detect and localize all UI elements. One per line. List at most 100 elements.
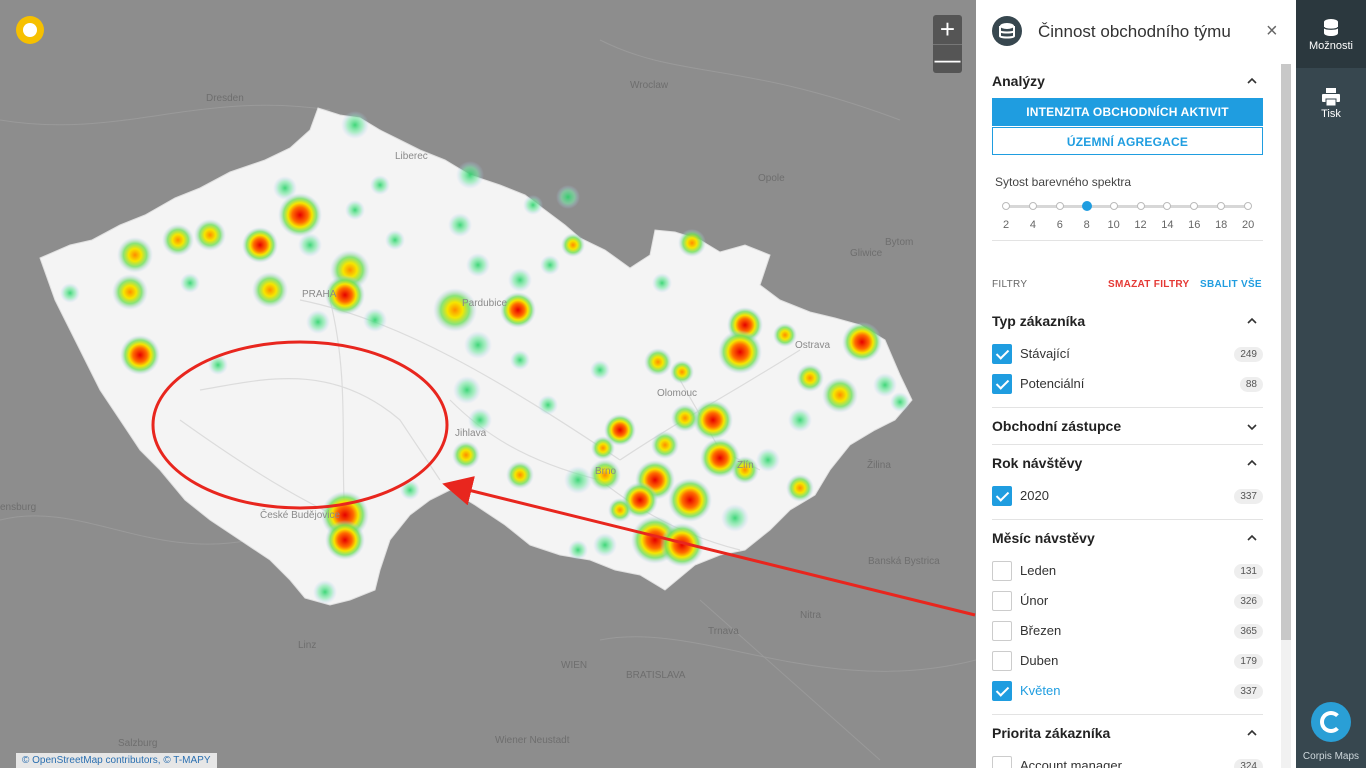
side-rail: Možnosti Tisk Corpis Maps <box>1296 0 1366 768</box>
count-badge: 337 <box>1234 684 1263 699</box>
corpis-logo-icon <box>1311 702 1351 742</box>
options-panel: Činnost obchodního týmu × Analýzy INTENZ… <box>976 0 1296 768</box>
checkbox[interactable] <box>992 486 1012 506</box>
checkbox-label: Account manager <box>1020 758 1122 768</box>
divider <box>992 240 1263 241</box>
city-label: WIEN <box>561 660 588 671</box>
checkbox-label: Březen <box>1020 623 1062 638</box>
checkbox[interactable] <box>992 561 1012 581</box>
city-label: Opole <box>758 173 785 184</box>
scrollbar-thumb[interactable] <box>1281 64 1291 640</box>
slider-dot[interactable] <box>1055 202 1064 210</box>
slider-tick-label: 12 <box>1134 219 1147 231</box>
zoom-out-button[interactable]: — <box>933 45 962 74</box>
filters-label: FILTRY <box>992 279 1028 290</box>
print-button[interactable]: Tisk <box>1296 68 1366 136</box>
chevron-up-icon <box>1247 534 1257 541</box>
slider-tick-label: 2 <box>1002 219 1010 231</box>
checkbox[interactable] <box>992 651 1012 671</box>
count-badge: 365 <box>1234 624 1263 639</box>
map-attribution[interactable]: © OpenStreetMap contributors, © T-MAPY <box>16 753 217 768</box>
chevron-up-icon <box>1247 77 1257 84</box>
checkbox[interactable] <box>992 756 1012 768</box>
section-title: Priorita zákazníka <box>992 725 1111 741</box>
city-label: Nitra <box>800 610 822 621</box>
zoom-in-button[interactable]: + <box>933 15 962 45</box>
count-badge: 337 <box>1234 489 1263 504</box>
section-obchodni-zastupce[interactable]: Obchodní zástupce <box>992 418 1263 434</box>
database-icon <box>992 16 1022 46</box>
map-view[interactable]: Dresden Liberec Wroclaw Opole Bytom Gliw… <box>0 0 976 768</box>
checkbox-label: Únor <box>1020 593 1049 608</box>
print-label: Tisk <box>1321 108 1341 120</box>
city-label: ensburg <box>0 502 37 513</box>
city-label: Žilina <box>867 460 891 471</box>
section-title: Obchodní zástupce <box>992 418 1122 434</box>
count-badge: 131 <box>1234 564 1263 579</box>
slider-tick-label: 14 <box>1161 219 1174 231</box>
divider <box>992 444 1263 445</box>
section-title: Typ zákazníka <box>992 313 1086 329</box>
section-analyzy[interactable]: Analýzy <box>992 73 1263 89</box>
checkbox-row-account-manager[interactable]: Account manager 324 <box>992 756 1263 768</box>
slider-dot[interactable] <box>1002 202 1010 210</box>
divider <box>992 714 1263 715</box>
slider-dot[interactable] <box>1136 202 1145 210</box>
slider-tick-label: 10 <box>1107 219 1120 231</box>
checkbox[interactable] <box>992 374 1012 394</box>
options-label: Možnosti <box>1308 40 1354 52</box>
city-label: Gliwice <box>850 248 883 259</box>
section-typ-zakaznika[interactable]: Typ zákazníka <box>992 313 1263 329</box>
collapse-all-link[interactable]: SBALIT VŠE <box>1200 279 1262 290</box>
slider-tick-label: 8 <box>1083 219 1090 231</box>
aggregation-button[interactable]: ÚZEMNÍ AGREGACE <box>992 127 1263 155</box>
slider-dot[interactable] <box>1163 202 1172 210</box>
checkbox[interactable] <box>992 344 1012 364</box>
checkbox[interactable] <box>992 621 1012 641</box>
section-priorita-zakaznika[interactable]: Priorita zákazníka <box>992 725 1263 741</box>
checkbox-row-potencialni[interactable]: Potenciální 88 <box>992 374 1263 396</box>
section-mesic-navstevy[interactable]: Měsíc návstěvy <box>992 530 1263 546</box>
checkbox-row-leden[interactable]: Leden 131 <box>992 561 1263 583</box>
slider-dot[interactable] <box>1109 202 1118 210</box>
city-label: Jihlava <box>455 428 487 439</box>
chevron-up-icon <box>1247 317 1257 324</box>
slider-tick-label: 20 <box>1241 219 1255 231</box>
checkbox-row-kveten[interactable]: Květen 337 <box>992 681 1263 703</box>
count-badge: 326 <box>1234 594 1263 609</box>
checkbox-row-unor[interactable]: Únor 326 <box>992 591 1263 613</box>
slider-dot[interactable] <box>1217 202 1226 210</box>
checkbox[interactable] <box>992 681 1012 701</box>
slider-tick-label: 4 <box>1029 219 1036 231</box>
city-label: Ostrava <box>795 340 831 351</box>
spectrum-slider[interactable] <box>1002 201 1253 211</box>
divider <box>992 519 1263 520</box>
panel-scrollbar[interactable] <box>1281 64 1291 768</box>
city-label: Wroclaw <box>630 80 669 91</box>
chevron-up-icon <box>1247 459 1257 466</box>
city-label: Olomouc <box>657 388 698 399</box>
slider-dot[interactable] <box>1190 202 1199 210</box>
divider <box>992 407 1263 408</box>
app-logo-icon <box>16 16 44 44</box>
checkbox-row-2020[interactable]: 2020 337 <box>992 486 1263 508</box>
slider-dot[interactable] <box>1244 202 1253 210</box>
printer-icon <box>1322 88 1340 106</box>
slider-handle[interactable] <box>1081 201 1092 211</box>
intensity-button[interactable]: INTENZITA OBCHODNÍCH AKTIVIT <box>992 98 1263 126</box>
slider-tick-label: 6 <box>1056 219 1063 231</box>
section-rok-navstevy[interactable]: Rok návštěvy <box>992 455 1263 471</box>
clear-filters-link[interactable]: SMAZAT FILTRY <box>1108 279 1189 290</box>
checkbox-row-duben[interactable]: Duben 179 <box>992 651 1263 673</box>
checkbox-row-brezen[interactable]: Březen 365 <box>992 621 1263 643</box>
slider-dot[interactable] <box>1028 202 1037 210</box>
panel-header: Činnost obchodního týmu × <box>992 16 1288 48</box>
slider-tick-label: 18 <box>1215 219 1228 231</box>
checkbox[interactable] <box>992 591 1012 611</box>
options-button[interactable]: Možnosti <box>1296 0 1366 68</box>
city-label: Bytom <box>885 237 914 248</box>
close-icon[interactable]: × <box>1266 20 1278 43</box>
checkbox-row-stavajici[interactable]: Stávající 249 <box>992 344 1263 366</box>
checkbox-label: 2020 <box>1020 488 1049 503</box>
city-label: Banská Bystrica <box>868 556 940 567</box>
